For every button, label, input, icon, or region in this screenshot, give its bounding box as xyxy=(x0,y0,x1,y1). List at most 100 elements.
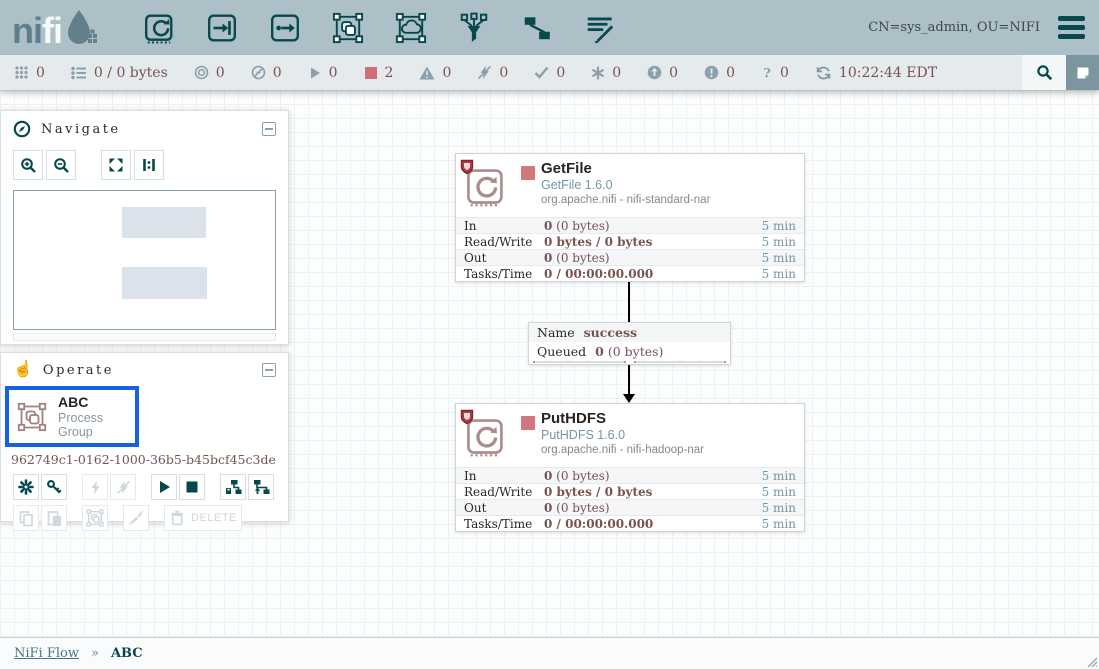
processor-type: PutHDFS 1.6.0 xyxy=(541,428,704,442)
flow-canvas[interactable]: Name success Queued 0 (0 bytes) xyxy=(0,90,1099,637)
status-queued: 0 / 0 bytes xyxy=(58,65,181,81)
zoom-out-icon xyxy=(53,157,70,174)
header-right: CN=sys_admin, OU=NIFI xyxy=(868,16,1085,39)
change-color-button[interactable] xyxy=(123,505,149,531)
processor-puthdfs[interactable]: PutHDFS PutHDFS 1.6.0 org.apache.nifi - … xyxy=(455,403,805,532)
zoom-in-button[interactable] xyxy=(13,150,43,180)
processor-getfile[interactable]: GetFile GetFile 1.6.0 org.apache.nifi - … xyxy=(455,153,805,282)
operate-palette: ☝ Operate xyxy=(0,352,289,522)
save-template-button[interactable] xyxy=(220,474,246,500)
toolbar-process-group-button[interactable] xyxy=(331,11,365,45)
selected-component-name: ABC xyxy=(58,394,129,410)
processor-name: GetFile xyxy=(541,160,710,177)
refresh-icon xyxy=(815,65,832,81)
toolbar-output-port-button[interactable] xyxy=(268,11,302,45)
delete-button[interactable]: DELETE xyxy=(164,505,242,531)
status-invalid: 0 xyxy=(406,65,464,81)
resize-grip[interactable] xyxy=(1085,655,1097,667)
stat-row-read-write: Read/Write 0 bytes / 0 bytes 5 min xyxy=(456,483,804,499)
access-policies-button[interactable] xyxy=(41,474,67,500)
status-active-threads: 0 xyxy=(0,65,58,81)
note-page-icon xyxy=(1075,65,1091,81)
search-button[interactable] xyxy=(1022,55,1066,90)
collapse-navigate-button[interactable] xyxy=(262,122,276,136)
bolt-icon xyxy=(88,480,103,495)
collapse-operate-button[interactable] xyxy=(262,363,276,377)
trash-icon xyxy=(169,510,185,526)
bulletin-note-button[interactable] xyxy=(1066,55,1099,90)
process-group-icon xyxy=(15,402,49,432)
stat-row-out: Out 0 (0 bytes) 5 min xyxy=(456,249,804,265)
toolbar-template-button[interactable] xyxy=(520,11,554,45)
copy-button[interactable] xyxy=(13,505,39,531)
stat-row-read-write: Read/Write 0 bytes / 0 bytes 5 min xyxy=(456,233,804,249)
exclamation-circle-icon xyxy=(704,65,719,80)
processor-bundle: org.apache.nifi - nifi-hadoop-nar xyxy=(541,444,704,456)
paste-button[interactable] xyxy=(41,505,67,531)
toolbar-label-button[interactable] xyxy=(583,11,617,45)
status-up-to-date: 0 xyxy=(521,65,578,81)
restricted-shield-icon xyxy=(460,159,474,175)
processor-stats: In 0 (0 bytes) 5 min Read/Write 0 bytes … xyxy=(456,217,804,281)
selected-component-type: Process Group xyxy=(58,411,129,439)
copy-icon xyxy=(18,510,35,527)
key-icon xyxy=(46,479,62,495)
toolbar-funnel-button[interactable] xyxy=(457,11,491,45)
toolbar-remote-process-group-button[interactable] xyxy=(394,11,428,45)
play-icon xyxy=(156,479,172,495)
group-button[interactable] xyxy=(82,505,108,531)
processor-type: GetFile 1.6.0 xyxy=(541,178,710,192)
stop-button[interactable] xyxy=(179,474,205,500)
stat-row-out: Out 0 (0 bytes) 5 min xyxy=(456,499,804,515)
status-locally-modified-and-stale: 0 xyxy=(691,65,748,81)
hand-pointer-icon: ☝ xyxy=(13,362,33,378)
birdseye-brush[interactable] xyxy=(13,333,276,341)
processor-header: GetFile GetFile 1.6.0 org.apache.nifi - … xyxy=(456,154,804,217)
upload-template-button[interactable] xyxy=(248,474,274,500)
enable-button[interactable] xyxy=(82,474,108,500)
birdseye-map[interactable] xyxy=(13,190,276,330)
breadcrumb-separator: » xyxy=(91,646,99,661)
funnel-icon xyxy=(458,12,490,44)
processor-header: PutHDFS PutHDFS 1.6.0 org.apache.nifi - … xyxy=(456,404,804,467)
remote-process-group-icon xyxy=(395,12,427,44)
search-icon xyxy=(1036,64,1053,81)
refresh-status[interactable]: 10:22:44 EDT xyxy=(802,65,950,81)
compass-icon xyxy=(13,120,31,138)
configuration-button[interactable] xyxy=(13,474,39,500)
active-threads-icon xyxy=(14,65,29,80)
stat-row-in: In 0 (0 bytes) 5 min xyxy=(456,467,804,483)
processor-stats: In 0 (0 bytes) 5 min Read/Write 0 bytes … xyxy=(456,467,804,531)
backpressure-bars xyxy=(529,361,730,364)
check-icon xyxy=(534,66,549,79)
start-button[interactable] xyxy=(151,474,177,500)
breadcrumb-root-link[interactable]: NiFi Flow xyxy=(14,646,79,661)
global-menu-icon[interactable] xyxy=(1058,16,1085,39)
toolbar-input-port-button[interactable] xyxy=(205,11,239,45)
connection-queued-value: 0 (0 bytes) xyxy=(595,344,663,359)
breadcrumb-bar: NiFi Flow » ABC xyxy=(0,637,1099,669)
toolbar-processor-button[interactable] xyxy=(142,11,176,45)
stale-up-arrow-icon xyxy=(647,65,662,80)
navigate-title: Navigate xyxy=(41,122,121,137)
group-icon xyxy=(86,509,104,527)
run-status-stopped-icon xyxy=(521,416,535,430)
transmitting-icon xyxy=(194,65,209,80)
zoom-actual-size-button[interactable] xyxy=(134,150,164,180)
asterisk-icon xyxy=(591,66,605,80)
flow-status-bar: 0 0 / 0 bytes 0 xyxy=(0,55,1099,90)
disabled-bolt-slash-icon xyxy=(477,65,492,80)
status-stale: 0 xyxy=(634,65,691,81)
stopped-icon xyxy=(364,66,378,80)
connection-label[interactable]: Name success Queued 0 (0 bytes) xyxy=(528,322,731,365)
disable-button[interactable] xyxy=(110,474,136,500)
stat-row-tasks-time: Tasks/Time 0 / 00:00:00.000 5 min xyxy=(456,515,804,531)
zoom-fit-button[interactable] xyxy=(101,150,131,180)
connection-line[interactable] xyxy=(628,281,630,322)
breadcrumb-current[interactable]: ABC xyxy=(111,646,143,661)
connection-queued-row: Queued 0 (0 bytes) xyxy=(529,342,730,361)
run-status-stopped-icon xyxy=(521,166,535,180)
minimap-processor-rect xyxy=(122,207,206,238)
zoom-out-button[interactable] xyxy=(46,150,76,180)
connection-line[interactable] xyxy=(628,362,630,394)
